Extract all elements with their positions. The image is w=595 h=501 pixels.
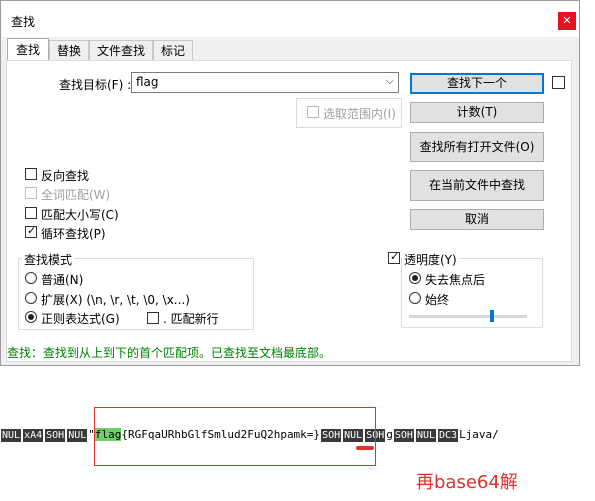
control-char: NUL — [1, 429, 22, 442]
mode-extended-label: 扩展(X) (\n, \r, \t, \0, \x...) — [41, 293, 190, 307]
hex-prefix: NUL xA4 SOH NUL — [0, 428, 88, 442]
tab-find-in-files[interactable]: 文件查找 — [89, 40, 153, 60]
hex-text: Ljava/ — [459, 428, 499, 441]
reverse-label: 反向查找 — [41, 169, 90, 183]
find-next-option-checkbox[interactable] — [552, 76, 565, 89]
control-char: xA4 — [23, 429, 44, 442]
match-case-label: 匹配大小写(C) — [41, 208, 119, 222]
control-char: DC3 — [438, 429, 459, 442]
transparency-always-label: 始终 — [425, 293, 450, 307]
whole-word-checkbox[interactable] — [25, 187, 37, 199]
check-icon: ✓ — [390, 250, 400, 263]
transparency-lose-focus-radio[interactable] — [409, 272, 421, 284]
dot-newline-checkbox[interactable] — [147, 312, 159, 324]
wrap-label: 循环查找(P) — [41, 227, 106, 241]
status-bar-text: 查找：查找到从上到下的首个匹配项。已查找至文档最底部。 — [7, 346, 332, 360]
transparency-always-radio[interactable] — [409, 292, 421, 304]
chevron-down-icon[interactable]: ⌵ — [386, 74, 394, 88]
tab-mark[interactable]: 标记 — [153, 40, 193, 60]
mode-regex-label: 正则表达式(G) — [41, 312, 120, 326]
find-input[interactable]: flag ⌵ — [131, 72, 399, 93]
dialog-title: 查找 — [11, 15, 36, 29]
reverse-checkbox[interactable] — [25, 168, 37, 180]
find-label: 查找目标(F) : — [59, 78, 132, 92]
cancel-button[interactable]: 取消 — [410, 209, 544, 230]
find-input-value: flag — [136, 75, 159, 89]
find-next-button[interactable]: 查找下一个 — [410, 73, 544, 94]
dot-newline-label: . 匹配新行 — [163, 312, 219, 326]
control-char: NUL — [415, 429, 436, 442]
flag-annotation-box — [94, 407, 376, 466]
selection-only-label: 选取范围内(I) — [323, 107, 396, 121]
match-case-checkbox[interactable] — [25, 207, 37, 219]
control-char: NUL — [67, 429, 88, 442]
hex-text: g — [386, 428, 393, 441]
selection-only-checkbox[interactable] — [307, 106, 319, 118]
control-char: SOH — [45, 429, 66, 442]
find-all-open-button[interactable]: 查找所有打开文件(O) — [410, 132, 544, 162]
mode-extended-radio[interactable] — [25, 292, 37, 304]
whole-word-label: 全词匹配(W) — [41, 188, 111, 202]
mode-normal-label: 普通(N) — [41, 273, 84, 287]
transparency-checkbox[interactable]: ✓ — [388, 250, 400, 264]
mode-normal-radio[interactable] — [25, 272, 37, 284]
transparency-lose-focus-label: 失去焦点后 — [425, 273, 486, 287]
transparency-title: 透明度(Y) — [402, 251, 459, 268]
tab-find[interactable]: 查找 — [7, 38, 49, 61]
title-bar: 查找 ✕ — [1, 1, 579, 37]
tab-replace[interactable]: 替换 — [49, 40, 89, 60]
annotation-underline — [356, 446, 374, 450]
wrap-checkbox[interactable]: ✓ — [25, 224, 37, 238]
close-button[interactable]: ✕ — [558, 12, 576, 30]
check-icon: ✓ — [27, 224, 37, 237]
count-button[interactable]: 计数(T) — [410, 102, 544, 123]
radio-selected-dot — [28, 314, 34, 320]
find-dialog: 查找 ✕ 查找 替换 文件查找 标记 查找目标(F) : flag ⌵ 查找下一… — [0, 0, 580, 366]
radio-selected-dot — [412, 275, 418, 281]
mode-regex-radio[interactable] — [25, 311, 37, 323]
annotation-note: 再base64解 — [416, 472, 518, 493]
control-char: SOH — [393, 429, 414, 442]
find-in-current-button[interactable]: 在当前文件中查找 — [410, 170, 544, 201]
transparency-slider-track[interactable] — [409, 315, 527, 318]
transparency-slider-thumb[interactable] — [489, 310, 494, 322]
search-mode-title: 查找模式 — [22, 251, 75, 268]
